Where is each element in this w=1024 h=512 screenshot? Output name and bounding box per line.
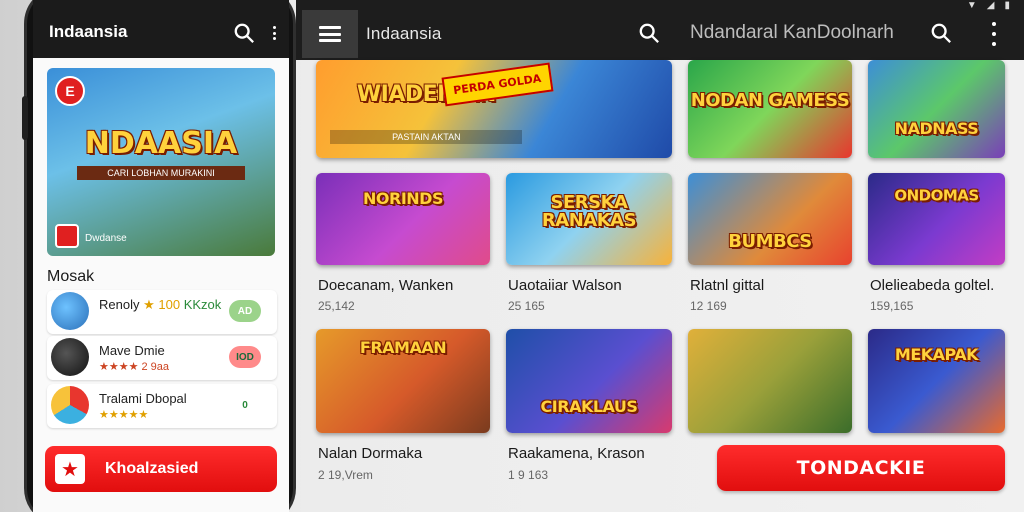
search-icon[interactable] xyxy=(638,22,660,44)
section-title: Mosak xyxy=(47,268,95,285)
game-label[interactable]: Rlatnl gittal xyxy=(690,277,764,294)
install-pill[interactable]: IOD xyxy=(229,346,261,368)
search-icon[interactable] xyxy=(233,22,255,44)
battery-icon: ▮ xyxy=(1004,0,1010,11)
game-title: ONDOMAS xyxy=(894,186,979,205)
game-label[interactable]: Nalan Dormaka xyxy=(318,445,422,462)
game-card[interactable]: ONDOMAS xyxy=(868,173,1005,265)
app-title: Indaansia xyxy=(366,24,442,43)
app-icon xyxy=(51,386,89,424)
item-name: Renoly ★ 100 KKzok xyxy=(99,297,222,312)
game-card[interactable]: NADNASS xyxy=(868,60,1005,158)
game-card[interactable]: BUMBCS xyxy=(688,173,852,265)
game-label[interactable]: Olelieabeda goltel. xyxy=(870,277,994,294)
game-meta: 2 19,Vrem xyxy=(318,468,373,482)
signal-icon: ▼ xyxy=(966,0,977,11)
menu-button[interactable] xyxy=(302,10,358,58)
game-card[interactable]: CIRAKLAUS xyxy=(506,329,672,433)
game-label[interactable]: Raakamena, Krason xyxy=(508,445,645,462)
logo-icon: E xyxy=(55,76,85,106)
game-card[interactable]: MEKAPAK xyxy=(868,329,1005,433)
phone-cta-label: Khoalzasied xyxy=(105,460,199,477)
hero-title: NDAASIA xyxy=(84,126,238,161)
game-title: BUMBCS xyxy=(728,231,812,252)
phone-app-title: Indaansia xyxy=(49,22,128,41)
item-name: Mave Dmie xyxy=(99,343,165,358)
game-label[interactable]: Doecanam, Wanken xyxy=(318,277,453,294)
phone-screen: Indaansia E NDAASIA CARI LOBHAN MURAKINI… xyxy=(33,0,289,512)
game-title: NADNASS xyxy=(894,118,979,138)
list-item[interactable]: Mave Dmie ★★★★ 2 9aa IOD xyxy=(47,336,277,380)
game-title: CIRAKLAUS xyxy=(540,397,638,416)
game-art xyxy=(868,60,1005,158)
game-art xyxy=(506,329,672,433)
game-title: NORINDS xyxy=(363,188,443,208)
hero-subtitle: CARI LOBHAN MURAKINI xyxy=(77,166,245,180)
item-rating: ★★★★★ xyxy=(99,409,149,421)
download-button[interactable]: TONDACKIE xyxy=(717,445,1005,491)
menu-icon xyxy=(319,26,341,42)
app-icon xyxy=(51,292,89,330)
game-card[interactable]: SERSKA RANAKAS xyxy=(506,173,672,265)
game-meta: 12 169 xyxy=(690,299,727,313)
app-root: ▼ ◢ ▮ Indaansia Ndandaral KanDoolnarh WI… xyxy=(0,0,1024,512)
game-meta: 25 165 xyxy=(508,299,545,313)
game-meta: 1 9 163 xyxy=(508,468,549,482)
brand-icon xyxy=(55,224,79,248)
game-title: FRAMAAN xyxy=(359,337,447,357)
hero-brand: Dwdanse xyxy=(85,233,127,244)
header-title: Ndandaral KanDoolnarh xyxy=(690,22,894,43)
phone-hero-banner[interactable]: E NDAASIA CARI LOBHAN MURAKINI Dwdanse xyxy=(47,68,275,256)
game-label[interactable]: Uaotaiiar Walson xyxy=(508,277,622,294)
game-title: SERSKA RANAKAS xyxy=(541,191,637,231)
wifi-icon: ◢ xyxy=(986,0,995,11)
game-card[interactable] xyxy=(688,329,852,433)
game-subtitle: PASTAIN AKTAN xyxy=(330,130,523,145)
game-meta: 25,142 xyxy=(318,299,355,313)
game-title: NODAN GAMESS xyxy=(690,90,850,112)
item-rating: ★★★★ 2 9aa xyxy=(99,361,170,373)
app-icon xyxy=(51,338,89,376)
phone-cta-button[interactable]: ★ Khoalzasied xyxy=(45,446,277,492)
game-meta: 159,165 xyxy=(870,299,914,313)
star-icon: ★ xyxy=(55,454,85,484)
install-pill[interactable]: 0 xyxy=(229,394,261,416)
status-bar: ▼ ◢ ▮ xyxy=(966,0,1010,11)
more-vert-icon[interactable] xyxy=(271,26,277,40)
list-item[interactable]: Renoly ★ 100 KKzok AD xyxy=(47,290,277,334)
game-title: MEKAPAK xyxy=(894,345,979,364)
install-pill[interactable]: AD xyxy=(229,300,261,322)
phone-side-button xyxy=(22,96,28,140)
game-card-featured[interactable]: WIADEIKAN PASTAIN AKTAN PERDA GOLDA xyxy=(316,60,672,158)
search-icon[interactable] xyxy=(930,22,952,44)
game-art xyxy=(688,329,852,433)
game-card[interactable]: NORINDS xyxy=(316,173,490,265)
game-card[interactable]: NODAN GAMESS xyxy=(688,60,852,158)
more-vert-icon[interactable] xyxy=(986,22,1002,46)
list-item[interactable]: Tralami Dbopal ★★★★★ 0 xyxy=(47,384,277,428)
game-art xyxy=(316,173,490,265)
item-name: Tralami Dbopal xyxy=(99,391,187,406)
game-card[interactable]: FRAMAAN xyxy=(316,329,490,433)
